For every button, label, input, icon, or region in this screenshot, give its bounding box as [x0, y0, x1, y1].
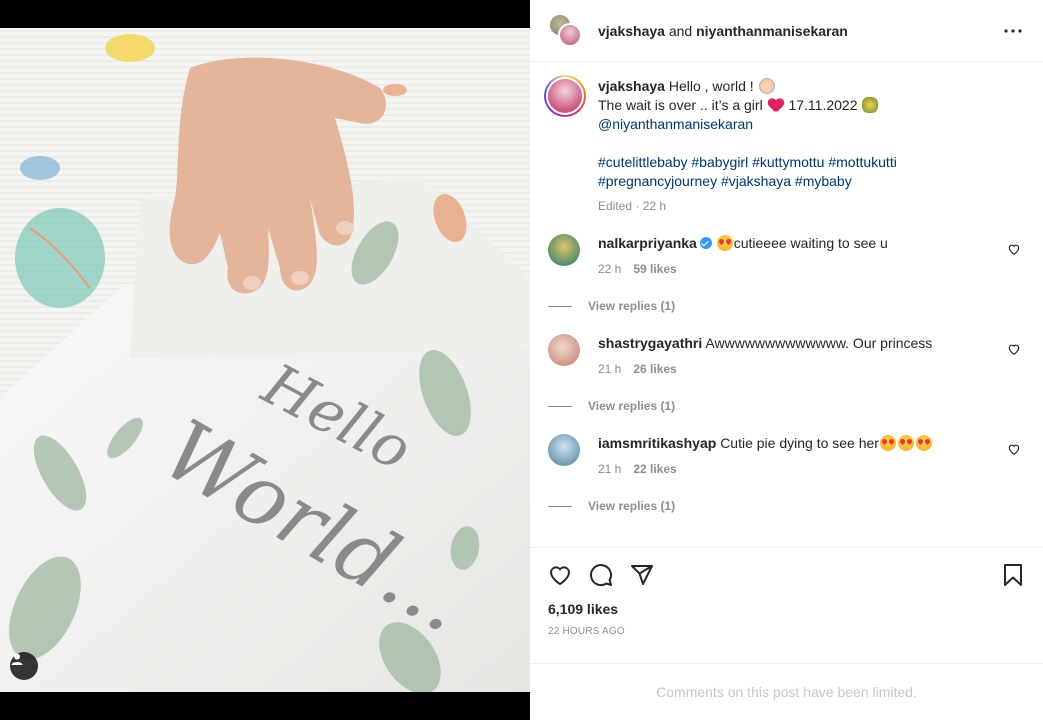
collab-avatars[interactable]	[548, 12, 584, 49]
comment-time[interactable]: 21 h	[598, 360, 621, 379]
verified-badge-icon	[699, 237, 712, 249]
bookmark-icon[interactable]	[999, 561, 1027, 589]
comments-limited-notice: Comments on this post have been limited.	[530, 663, 1043, 720]
more-horizontal-icon[interactable]	[1001, 19, 1025, 43]
comment-text: Cutie pie dying to see her	[720, 435, 879, 451]
view-replies-button[interactable]: View replies (1)	[548, 397, 995, 416]
avatar[interactable]	[548, 234, 580, 266]
baby-emoji-icon	[758, 78, 775, 94]
comment-username[interactable]: nalkarpriyanka	[598, 235, 697, 251]
edited-label: Edited · 22 h	[598, 199, 667, 213]
hashtags-line1[interactable]: #cutelittlebaby #babygirl #kuttymottu #m…	[598, 154, 897, 170]
view-replies-button[interactable]: View replies (1)	[548, 297, 995, 316]
post-side-panel: vjakshaya and niyanthanmanisekaran vjaks…	[530, 0, 1043, 720]
comment-text: cutieeee waiting to see u	[733, 235, 888, 251]
collaborator-username[interactable]: niyanthanmanisekaran	[696, 23, 848, 39]
comments-list[interactable]: vjakshaya Hello , world ! The wait is ov…	[530, 63, 1043, 547]
comment: shastrygayathri Awwwwwwwwwwwww. Our prin…	[548, 334, 1025, 416]
post-timestamp[interactable]: 22 HOURS AGO	[546, 626, 1027, 637]
hashtags-line2[interactable]: #pregnancyjourney #vjakshaya #mybaby	[598, 173, 852, 189]
photo-illustration: Hello World...	[0, 28, 530, 692]
comment-body: shastrygayathri Awwwwwwwwwwwww. Our prin…	[548, 334, 1025, 416]
sparkle-emoji-icon	[862, 97, 879, 113]
comment-body: iamsmritikashyap Cutie pie dying to see …	[548, 434, 1025, 516]
post-header: vjakshaya and niyanthanmanisekaran	[530, 0, 1043, 62]
likes-count[interactable]: 6,109 likes	[546, 601, 1027, 617]
heart-eyes-emoji-icon	[897, 435, 914, 451]
caption-line1: Hello , world !	[668, 78, 754, 94]
header-title: vjakshaya and niyanthanmanisekaran	[598, 23, 1001, 39]
post-photo[interactable]: Hello World...	[0, 28, 530, 692]
view-replies-label: View replies (1)	[588, 399, 676, 413]
heart-eyes-emoji-icon	[716, 235, 733, 251]
comment-like-heart-icon[interactable]	[1007, 442, 1021, 456]
post-media: Hello World...	[0, 0, 530, 720]
avatar[interactable]	[548, 334, 580, 366]
replies-divider	[548, 406, 572, 407]
comment-likes[interactable]: 26 likes	[633, 360, 676, 379]
paper-plane-icon[interactable]	[628, 561, 656, 589]
comment-text: Awwwwwwwwwwwww. Our princess	[705, 335, 933, 351]
avatar[interactable]	[558, 22, 582, 47]
avatar[interactable]	[544, 75, 586, 117]
author-username[interactable]: vjakshaya	[598, 23, 665, 39]
mention-link[interactable]: @niyanthanmanisekaran	[598, 116, 753, 132]
heart-eyes-emoji-icon	[879, 435, 896, 451]
caption: vjakshaya Hello , world ! The wait is ov…	[544, 75, 1025, 216]
view-replies-label: View replies (1)	[588, 299, 676, 313]
caption-body: vjakshaya Hello , world ! The wait is ov…	[598, 77, 1025, 216]
heart-icon[interactable]	[546, 561, 574, 589]
caption-username[interactable]: vjakshaya	[598, 78, 665, 94]
comment-username[interactable]: iamsmritikashyap	[598, 435, 716, 451]
caption-line2: The wait is over .. it’s a girl	[598, 97, 763, 113]
comment: nalkarpriyanka cutieeee waiting to see u…	[548, 234, 1025, 316]
comment-likes[interactable]: 22 likes	[633, 460, 676, 479]
instagram-post-modal: Hello World... vjakshaya and niyanthanma…	[0, 0, 1043, 720]
avatar[interactable]	[548, 434, 580, 466]
replies-divider	[548, 306, 572, 307]
comment-time[interactable]: 21 h	[598, 460, 621, 479]
comment-icon[interactable]	[587, 561, 615, 589]
view-replies-label: View replies (1)	[588, 499, 676, 513]
comment-body: nalkarpriyanka cutieeee waiting to see u…	[548, 234, 1025, 316]
comment-likes[interactable]: 59 likes	[633, 260, 676, 279]
comment-like-heart-icon[interactable]	[1007, 342, 1021, 356]
replies-divider	[548, 506, 572, 507]
heart-eyes-emoji-icon	[915, 435, 932, 451]
comment-like-heart-icon[interactable]	[1007, 242, 1021, 256]
and-label: and	[668, 22, 693, 39]
caption-date: 17.11.2022	[788, 97, 858, 113]
heart-emoji-icon	[768, 99, 784, 113]
comment-username[interactable]: shastrygayathri	[598, 335, 702, 351]
comment-time[interactable]: 22 h	[598, 260, 621, 279]
view-replies-button[interactable]: View replies (1)	[548, 497, 995, 516]
user-tag-icon[interactable]	[10, 652, 38, 680]
comment: iamsmritikashyap Cutie pie dying to see …	[548, 434, 1025, 516]
post-actions: 6,109 likes 22 HOURS AGO	[530, 547, 1043, 637]
